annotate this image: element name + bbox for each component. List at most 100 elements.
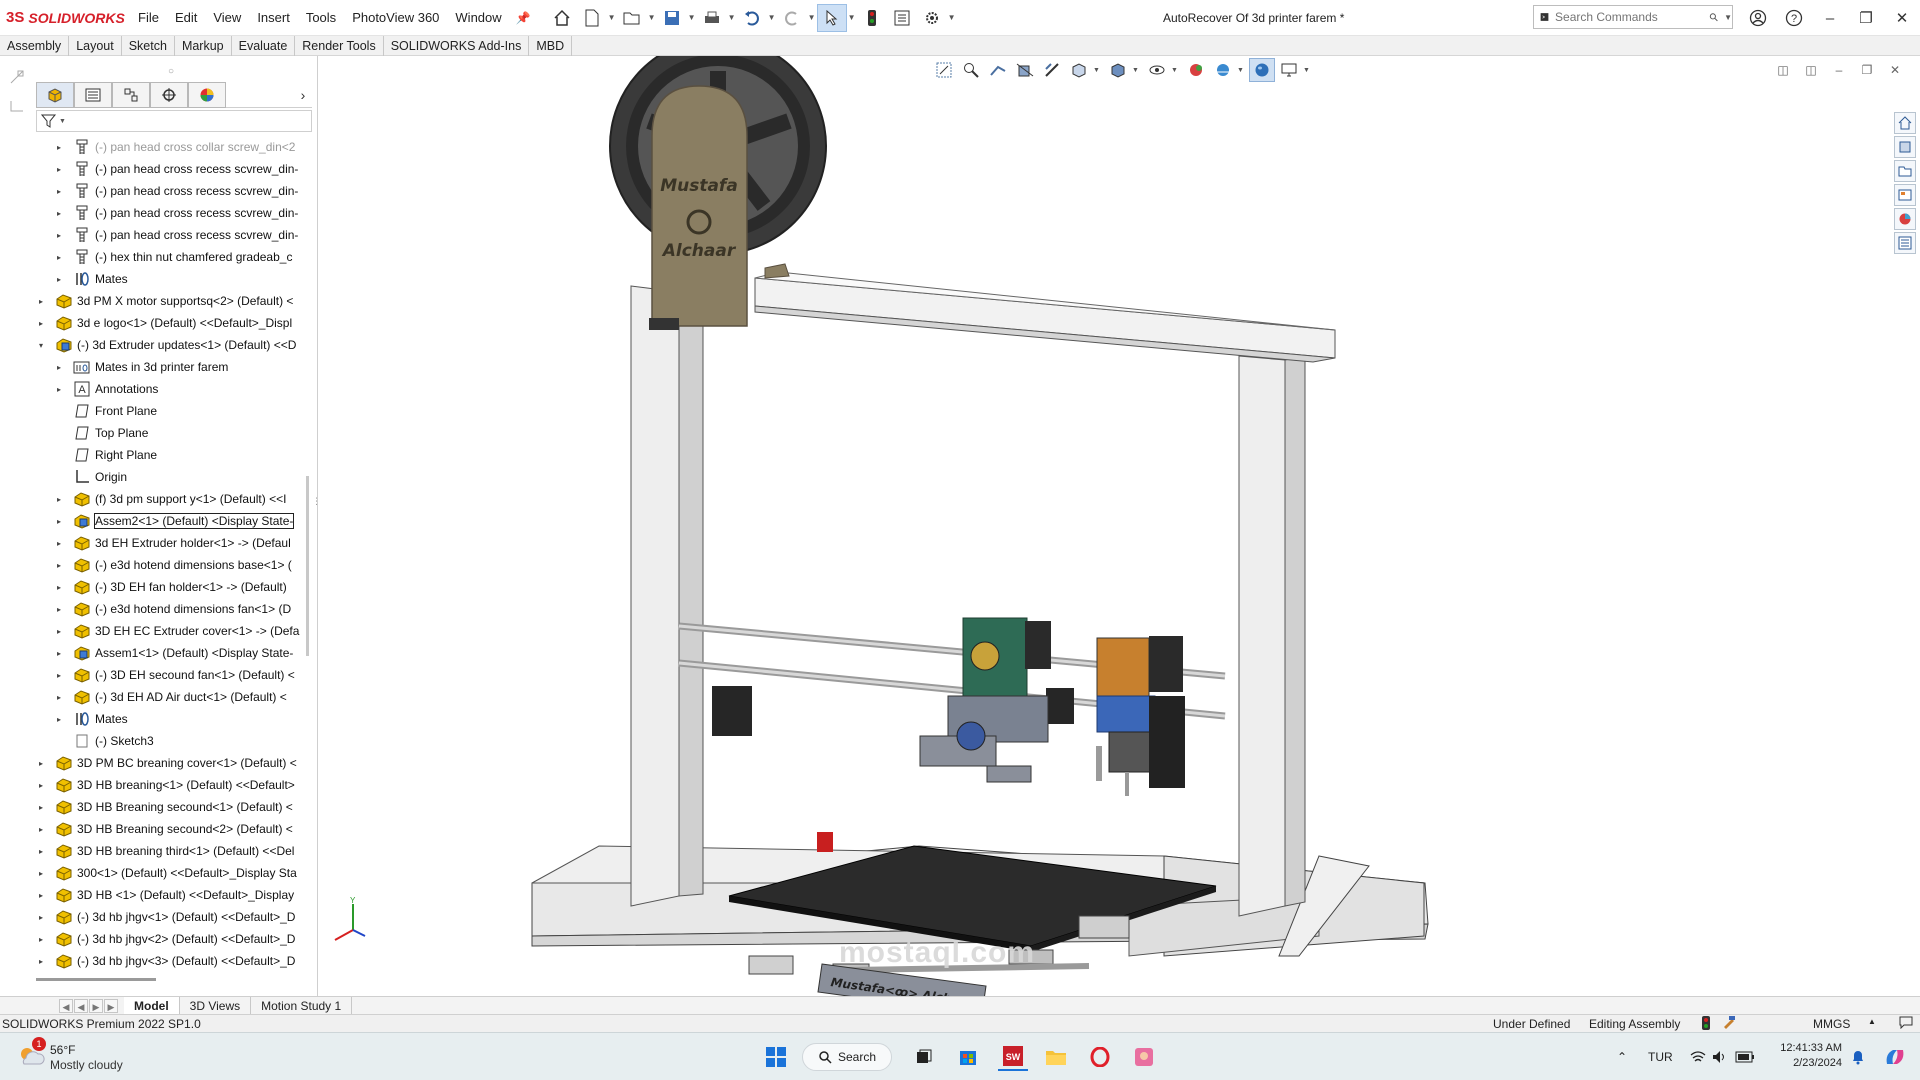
red-endstop-switch[interactable] [817, 832, 833, 852]
tree-item[interactable]: ▸ 3d e logo<1> (Default) <<Default>_Displ [36, 312, 300, 334]
wifi-icon[interactable] [1688, 1043, 1708, 1071]
expand-arrow-icon[interactable]: ▸ [36, 957, 46, 966]
tab-sketch[interactable]: Sketch [122, 36, 175, 56]
expand-arrow-icon[interactable]: ▸ [36, 935, 46, 944]
new-document-icon[interactable] [577, 4, 607, 32]
tree-item[interactable]: Right Plane [54, 444, 300, 466]
tree-item[interactable]: ▸ Mates in 3d printer farem [54, 356, 300, 378]
save-dropdown-icon[interactable]: ▼ [687, 4, 697, 32]
expand-arrow-icon[interactable]: ▸ [54, 627, 64, 636]
frame-right-upright[interactable] [1238, 355, 1306, 917]
weather-icon[interactable]: 1 [16, 1037, 46, 1069]
tree-item[interactable]: ▾ (-) 3d Extruder updates<1> (Default) <<… [36, 334, 300, 356]
menu-photoview[interactable]: PhotoView 360 [344, 0, 447, 36]
windows-start-icon[interactable] [762, 1043, 790, 1071]
expand-arrow-icon[interactable]: ▸ [54, 583, 64, 592]
tree-item[interactable]: ▸ (-) pan head cross recess scvrew_din- [54, 180, 300, 202]
expand-arrow-icon[interactable]: ▸ [36, 869, 46, 878]
expand-arrow-icon[interactable]: ▸ [36, 891, 46, 900]
extruder-left[interactable] [919, 617, 1051, 783]
menu-tools[interactable]: Tools [298, 0, 344, 36]
tab-last-arrow-icon[interactable]: ▶ [104, 998, 118, 1013]
tree-item[interactable]: ▸ (-) 3D EH secound fan<1> (Default) < [54, 664, 300, 686]
expand-arrow-icon[interactable]: ▸ [54, 275, 64, 284]
tree-item[interactable]: ▸ (-) pan head cross recess scvrew_din- [54, 202, 300, 224]
tree-item[interactable]: ▸ 3D EH EC Extruder cover<1> -> (Defa [54, 620, 300, 642]
input-language[interactable]: TUR [1648, 1050, 1673, 1064]
tree-item[interactable]: ▸ Mates [54, 268, 300, 290]
menu-window[interactable]: Window [447, 0, 509, 36]
search-magnifier-icon[interactable] [1709, 10, 1718, 24]
clock-date[interactable]: 2/23/2024 [1770, 1057, 1842, 1069]
rebuild-status-icon[interactable] [1702, 1016, 1710, 1033]
tree-item[interactable]: ▸ (-) 3d hb jhgv<2> (Default) <<Default>_… [36, 928, 300, 950]
minimize-icon[interactable]: – [1812, 0, 1848, 36]
tree-item[interactable]: ▸ (-) e3d hotend dimensions base<1> ( [54, 554, 300, 576]
file-properties-icon[interactable] [887, 4, 917, 32]
tab-render-tools[interactable]: Render Tools [295, 36, 384, 56]
taskbar-search[interactable]: Search [802, 1043, 892, 1071]
expand-arrow-icon[interactable]: ▸ [54, 649, 64, 658]
expand-arrow-icon[interactable]: ▸ [54, 715, 64, 724]
tree-item[interactable]: ▸ (-) 3d hb jhgv<3> (Default) <<Default>_… [36, 950, 300, 972]
tree-item[interactable]: ▸ Mates [54, 708, 300, 730]
tree-item[interactable]: ▸ (-) 3d hb jhgv<1> (Default) <<Default>_… [36, 906, 300, 928]
tree-scroll-thumb[interactable] [306, 476, 309, 656]
tab-evaluate[interactable]: Evaluate [232, 36, 296, 56]
expand-arrow-icon[interactable]: ▸ [54, 187, 64, 196]
expand-arrow-icon[interactable]: ▸ [36, 847, 46, 856]
weather-temp[interactable]: 56°F [50, 1043, 75, 1057]
expand-arrow-icon[interactable]: ▸ [54, 539, 64, 548]
open-folder-icon[interactable] [617, 4, 647, 32]
opera-browser-icon[interactable] [1086, 1043, 1114, 1071]
options-gear-icon[interactable] [917, 4, 947, 32]
solidworks-logo[interactable]: 3S SOLIDWORKS [0, 0, 130, 36]
printer-3d-model[interactable]: Mustafa Alchaar Mustafa<ꝏ> Alchaar [319, 56, 1920, 996]
expand-arrow-icon[interactable]: ▸ [36, 759, 46, 768]
tree-filter[interactable]: ▼ [36, 110, 312, 132]
tree-item[interactable]: ▸ 3D PM BC breaning cover<1> (Default) < [36, 752, 300, 774]
select-dropdown-icon[interactable]: ▼ [847, 4, 857, 32]
tree-item[interactable]: ▸ 3d PM X motor supportsq<2> (Default) < [36, 290, 300, 312]
extruder-right[interactable] [1096, 636, 1185, 796]
tree-item[interactable]: ▸ (-) pan head cross collar screw_din<2 [54, 136, 300, 158]
status-units[interactable]: MMGS [1813, 1017, 1850, 1031]
units-dropdown-icon[interactable]: ▲ [1868, 1017, 1876, 1026]
save-icon[interactable] [657, 4, 687, 32]
more-tabs-chevron-icon[interactable]: › [296, 82, 310, 108]
sketch-relations-icon[interactable] [8, 68, 26, 86]
panel-grip-icon[interactable]: ○ [168, 66, 174, 77]
tree-item[interactable]: ▸ (-) e3d hotend dimensions fan<1> (D [54, 598, 300, 620]
open-dropdown-icon[interactable]: ▼ [647, 4, 657, 32]
tab-model[interactable]: Model [124, 996, 180, 1015]
frame-top-beam[interactable] [754, 271, 1336, 363]
status-edit-component-icon[interactable] [1722, 1015, 1736, 1032]
search-dropdown-icon[interactable]: ▼ [1724, 13, 1732, 22]
tab-markup[interactable]: Markup [175, 36, 232, 56]
expand-arrow-icon[interactable]: ▸ [54, 605, 64, 614]
tree-item[interactable]: ▸ (-) hex thin nut chamfered gradeab_c [54, 246, 300, 268]
expand-arrow-icon[interactable]: ▸ [54, 385, 64, 394]
new-dropdown-icon[interactable]: ▼ [607, 4, 617, 32]
tree-horizontal-scrollbar[interactable] [36, 978, 156, 981]
tree-item[interactable]: ▸ 3D HB Breaning secound<1> (Default) < [36, 796, 300, 818]
print-icon[interactable] [697, 4, 727, 32]
dimension-icon[interactable] [8, 96, 26, 114]
expand-arrow-icon[interactable]: ▸ [54, 253, 64, 262]
chat-icon[interactable] [1898, 1015, 1914, 1032]
print-dropdown-icon[interactable]: ▼ [727, 4, 737, 32]
graphics-area[interactable]: ▼ ▼ ▼ ▼ ▼ ◫ ◫ – ❐ ✕ Mustafa Alchaar Must… [319, 56, 1920, 996]
tab-motion-study[interactable]: Motion Study 1 [251, 996, 353, 1015]
configuration-manager-tab[interactable] [112, 82, 150, 108]
expand-arrow-icon[interactable]: ▸ [36, 913, 46, 922]
tree-item[interactable]: ▸ 3d EH Extruder holder<1> -> (Defaul [54, 532, 300, 554]
tree-item[interactable]: ▸ 3D HB Breaning secound<2> (Default) < [36, 818, 300, 840]
show-hidden-icons-icon[interactable]: ⌃ [1612, 1043, 1632, 1071]
tree-item[interactable]: ▸ 3D HB breaning<1> (Default) <<Default> [36, 774, 300, 796]
tree-item[interactable]: ▸ (-) pan head cross recess scvrew_din- [54, 224, 300, 246]
tree-item[interactable]: ▸ A Annotations [54, 378, 300, 400]
expand-arrow-icon[interactable]: ▸ [54, 165, 64, 174]
weather-condition[interactable]: Mostly cloudy [50, 1058, 123, 1072]
tab-solidworks-addins[interactable]: SOLIDWORKS Add-Ins [384, 36, 530, 56]
tab-first-arrow-icon[interactable]: ◀ [59, 998, 73, 1013]
